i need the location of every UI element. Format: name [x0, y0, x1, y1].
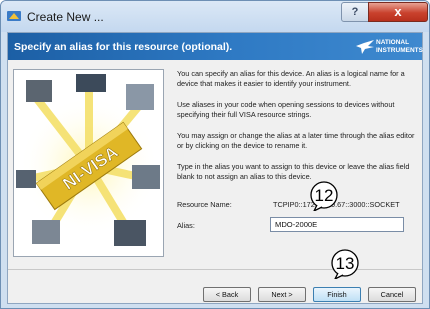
eagle-icon — [356, 40, 374, 54]
paragraph-usage: Use aliases in your code when opening se… — [177, 100, 395, 119]
back-button[interactable]: < Back — [203, 287, 251, 302]
close-button[interactable]: x — [368, 2, 428, 22]
help-button[interactable]: ? — [341, 2, 369, 22]
callout-12: 12 — [310, 181, 338, 211]
page-title: Specify an alias for this resource (opti… — [14, 41, 233, 53]
cancel-button[interactable]: Cancel — [368, 287, 416, 302]
brand-logo: NATIONAL INSTRUMENTS — [356, 38, 423, 56]
illustration: NI-VISA — [13, 69, 164, 257]
dialog-window: Create New ... ? x Specify an alias for … — [0, 0, 430, 309]
finish-button[interactable]: Finish — [313, 287, 361, 302]
visa-illustration: NI-VISA — [16, 74, 160, 246]
brand-line2: INSTRUMENTS — [376, 47, 423, 54]
header-banner: Specify an alias for this resource (opti… — [8, 33, 423, 60]
alias-input[interactable]: MDO-2000E — [270, 217, 404, 232]
title-bar: Create New ... ? x — [1, 1, 429, 32]
brand-line1: NATIONAL — [376, 39, 410, 46]
app-icon — [7, 11, 21, 21]
callout-13-label: 13 — [336, 254, 355, 273]
next-button[interactable]: Next > — [258, 287, 306, 302]
paragraph-instruction: Type in the alias you want to assign to … — [177, 162, 410, 181]
device-icon — [26, 80, 52, 102]
window-title: Create New ... — [27, 10, 104, 24]
callout-13: 13 — [331, 249, 359, 279]
resource-name-label: Resource Name: — [177, 200, 232, 209]
paragraph-intro: You can specify an alias for this device… — [177, 69, 405, 88]
paragraph-change: You may assign or change the alias at a … — [177, 131, 415, 150]
alias-label: Alias: — [177, 221, 195, 230]
callout-12-label: 12 — [315, 186, 334, 205]
